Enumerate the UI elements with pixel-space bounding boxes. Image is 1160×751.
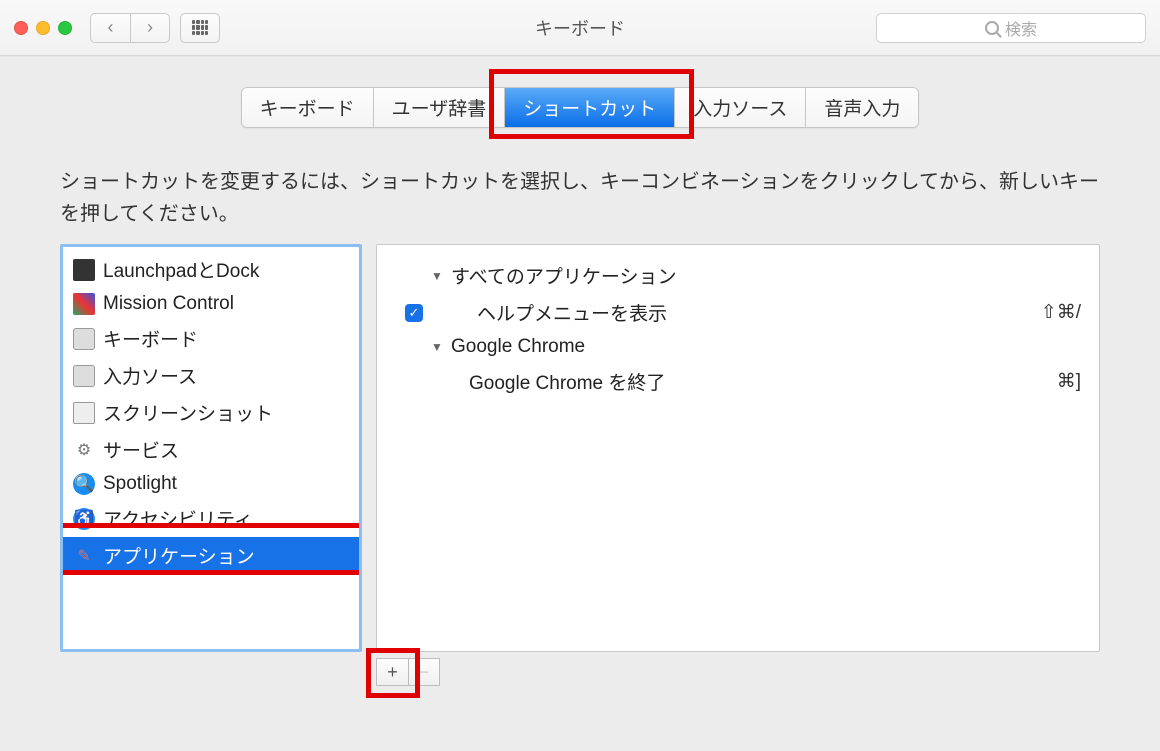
input-icon [73, 365, 95, 387]
category-screenshots[interactable]: スクリーンショット [63, 394, 359, 431]
app-icon: ✎ [73, 545, 95, 567]
back-button[interactable]: ‹ [90, 13, 130, 43]
tab-input-sources[interactable]: 入力ソース [675, 88, 806, 127]
spotlight-icon: 🔍 [73, 473, 95, 495]
tab-text[interactable]: ユーザ辞書 [374, 88, 506, 127]
tree-item-help-menu[interactable]: ✓ ヘルプメニューを表示 ⇧⌘/ [395, 294, 1081, 331]
search-placeholder: 検索 [1005, 16, 1037, 40]
content: キーボード ユーザ辞書 ショートカット 入力ソース 音声入力 ショートカットを変… [0, 56, 1160, 751]
minimize-button[interactable] [36, 21, 50, 35]
gear-icon: ⚙ [73, 439, 95, 461]
grid-icon [192, 20, 208, 36]
chevron-right-icon: › [147, 17, 153, 38]
search-icon [985, 21, 999, 35]
category-list[interactable]: LaunchpadとDock Mission Control キーボード 入力ソ… [60, 244, 362, 652]
accessibility-icon: ♿ [73, 508, 95, 530]
remove-button[interactable]: − [408, 658, 440, 686]
search-field[interactable]: 検索 [876, 13, 1146, 43]
checkbox-checked[interactable]: ✓ [405, 304, 423, 322]
category-spotlight[interactable]: 🔍Spotlight [63, 468, 359, 500]
keyboard-icon [73, 328, 95, 350]
tab-dictation[interactable]: 音声入力 [806, 88, 918, 127]
close-button[interactable] [14, 21, 28, 35]
category-keyboard[interactable]: キーボード [63, 320, 359, 357]
panels: LaunchpadとDock Mission Control キーボード 入力ソ… [60, 244, 1100, 652]
mission-control-icon [73, 293, 95, 315]
category-input-sources[interactable]: 入力ソース [63, 357, 359, 394]
window-title: キーボード [535, 15, 625, 41]
instruction-text: ショートカットを変更するには、ショートカットを選択し、キーコンビネーションをクリ… [60, 166, 1100, 230]
tab-bar: キーボード ユーザ辞書 ショートカット 入力ソース 音声入力 [60, 87, 1100, 128]
titlebar: ‹ › キーボード 検索 [0, 0, 1160, 56]
tree-item-quit-chrome[interactable]: Google Chrome を終了 ⌘] [395, 363, 1081, 400]
shortcut-key[interactable]: ⇧⌘/ [1041, 301, 1081, 324]
category-app-shortcuts[interactable]: ✎アプリケーション [63, 537, 359, 574]
forward-button[interactable]: › [130, 13, 170, 43]
category-accessibility[interactable]: ♿アクセシビリティ [63, 500, 359, 537]
category-services[interactable]: ⚙サービス [63, 431, 359, 468]
add-button[interactable]: + [376, 658, 408, 686]
shortcut-list[interactable]: ▼ すべてのアプリケーション ✓ ヘルプメニューを表示 ⇧⌘/ ▼ Google… [376, 244, 1100, 652]
nav-buttons: ‹ › [90, 13, 170, 43]
tab-shortcuts[interactable]: ショートカット [505, 88, 675, 127]
add-remove-buttons: + − [376, 658, 1100, 686]
launchpad-icon [73, 259, 95, 281]
zoom-button[interactable] [58, 21, 72, 35]
chevron-left-icon: ‹ [108, 17, 114, 38]
window-controls [14, 21, 72, 35]
show-all-button[interactable] [180, 13, 220, 43]
category-mission-control[interactable]: Mission Control [63, 288, 359, 320]
screenshot-icon [73, 402, 95, 424]
category-launchpad[interactable]: LaunchpadとDock [63, 251, 359, 288]
disclosure-triangle-icon[interactable]: ▼ [431, 340, 445, 354]
tree-group-chrome[interactable]: ▼ Google Chrome [395, 331, 1081, 363]
tree-group-all-apps[interactable]: ▼ すべてのアプリケーション [395, 257, 1081, 294]
tab-keyboard[interactable]: キーボード [242, 88, 374, 127]
disclosure-triangle-icon[interactable]: ▼ [431, 269, 445, 283]
shortcut-key[interactable]: ⌘] [1057, 370, 1081, 393]
